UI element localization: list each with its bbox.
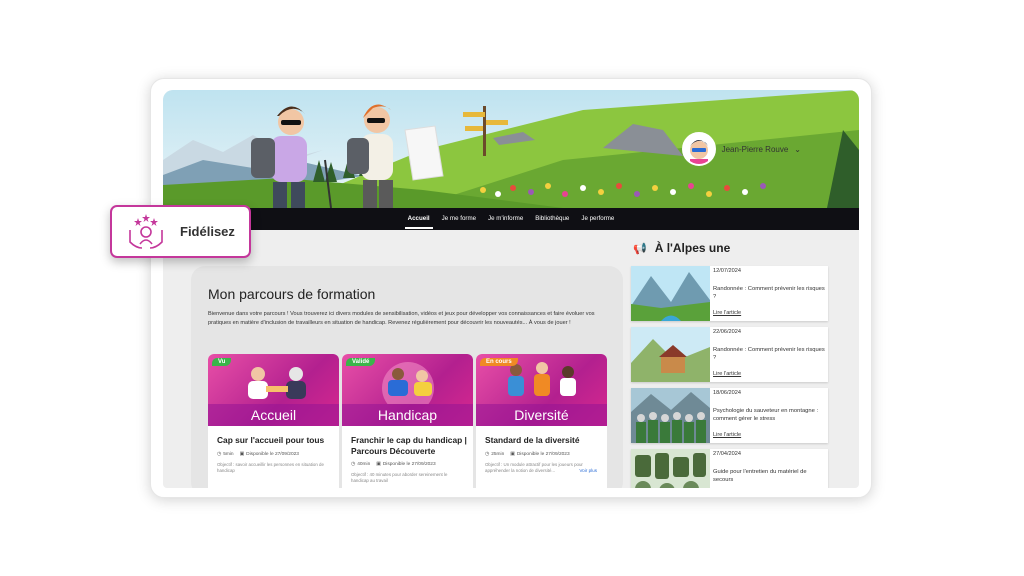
parcours-panel: Mon parcours de formation Bienvenue dans… [191,266,623,488]
status-badge: En cours [480,358,518,366]
user-avatar [681,132,716,166]
news-text: Psychologie du sauveteur en montagne : c… [713,408,819,422]
course-card-word: Diversité [476,404,607,426]
fidelisez-label: Fidélisez [180,224,235,239]
course-card-word: Accueil [208,404,339,426]
status-badge: Validé [346,358,376,366]
news-item[interactable]: 18/06/2024 Psychologie du sauveteur en m… [631,388,828,443]
course-availability: Disponible le 27/09/2023 [382,462,436,467]
course-title: Cap sur l'accueil pour tous [217,435,325,445]
course-card-diversite[interactable]: Diversité En cours Standard de la divers… [476,354,607,488]
news-text: Randonnée : Comment prévenir les risques… [713,347,825,361]
status-badge: Vu [212,358,232,366]
see-more-link[interactable]: Voir plus [579,468,597,473]
read-article-link[interactable]: Lire l'article [713,310,741,316]
news-heading: À l'Alpes une [654,241,731,255]
app-window: Jean-Pierre Rouve ⌄ Accueil Je me forme … [163,90,859,488]
read-article-link[interactable]: Lire l'article [713,432,741,438]
user-name: Jean-Pierre Rouve [721,144,789,154]
news-thumb-mountains-river [631,266,710,321]
news-section-title: 📢 À l'Alpes une [633,241,730,255]
course-card-word: Handicap [342,404,473,426]
nav-item-je-m-informe[interactable]: Je m'informe [482,208,529,230]
clock-icon: ◷ [351,462,356,467]
news-item[interactable]: 12/07/2024 Randonnée : Comment prévenir … [631,266,828,321]
course-objective: Objectif : 40 minutes pour aborder serei… [351,472,448,483]
course-card-accueil[interactable]: Accueil Vu Cap sur l'accueil pour tous ◷… [208,354,339,488]
course-duration: 40min [357,462,371,467]
course-card-handicap[interactable]: Handicap Validé Franchir le cap du handi… [342,354,473,488]
news-item[interactable]: 27/04/2024 Guide pour l'entretien du mat… [631,449,828,488]
course-objective: Objectif : savoir accueillir les personn… [217,462,324,473]
read-article-link[interactable]: Lire l'article [713,371,741,377]
parcours-intro: Bienvenue dans votre parcours ! Vous tro… [208,311,595,326]
nav-item-je-performe[interactable]: Je performe [575,208,620,230]
calendar-icon: ▣ [510,452,515,457]
news-text: Randonnée : Comment prévenir les risques… [713,286,825,300]
fidelisez-callout: Fidélisez [110,205,251,258]
news-item[interactable]: 22/06/2024 Randonnée : Comment prévenir … [631,327,828,382]
news-thumb-rescue-equipment [631,449,710,488]
news-thumb-mountain-chalet [631,327,710,382]
news-thumb-rescuers-group [631,388,710,443]
hands-stars-icon [129,213,163,249]
megaphone-icon: 📢 [633,242,647,255]
course-duration: 25min [491,452,505,457]
news-text: Guide pour l'entretien du matériel de se… [713,469,807,483]
clock-icon: ◷ [217,452,222,457]
course-meta: ◷ 25min ▣ Disponible le 27/09/2023 [485,452,570,457]
course-availability: Disponible le 27/09/2023 [516,452,570,457]
news-date: 22/06/2024 [713,329,741,335]
course-meta: ◷ 5min ▣ Disponible le 27/09/2023 [217,452,299,457]
calendar-icon: ▣ [376,462,381,467]
course-title: Franchir le cap du handicap | Parcours D… [351,435,467,456]
course-duration: 5min [223,452,234,457]
nav-item-accueil[interactable]: Accueil [402,208,436,230]
news-date: 27/04/2024 [713,451,741,457]
main-nav: Accueil Je me forme Je m'informe Bibliot… [163,208,859,230]
hero-banner: Jean-Pierre Rouve ⌄ [163,90,859,208]
course-meta: ◷ 40min ▣ Disponible le 27/09/2023 [351,462,436,467]
page-title: Mon parcours de formation [208,286,376,302]
clock-icon: ◷ [485,452,490,457]
news-date: 12/07/2024 [713,268,741,274]
news-date: 18/06/2024 [713,390,741,396]
course-availability: Disponible le 27/09/2023 [246,452,299,457]
user-menu[interactable]: Jean-Pierre Rouve ⌄ [681,132,801,166]
course-title: Standard de la diversité [485,435,580,445]
nav-item-je-me-forme[interactable]: Je me forme [436,208,482,230]
chevron-down-icon: ⌄ [794,144,801,154]
calendar-icon: ▣ [239,452,245,457]
nav-item-bibliotheque[interactable]: Bibliothèque [529,208,575,230]
